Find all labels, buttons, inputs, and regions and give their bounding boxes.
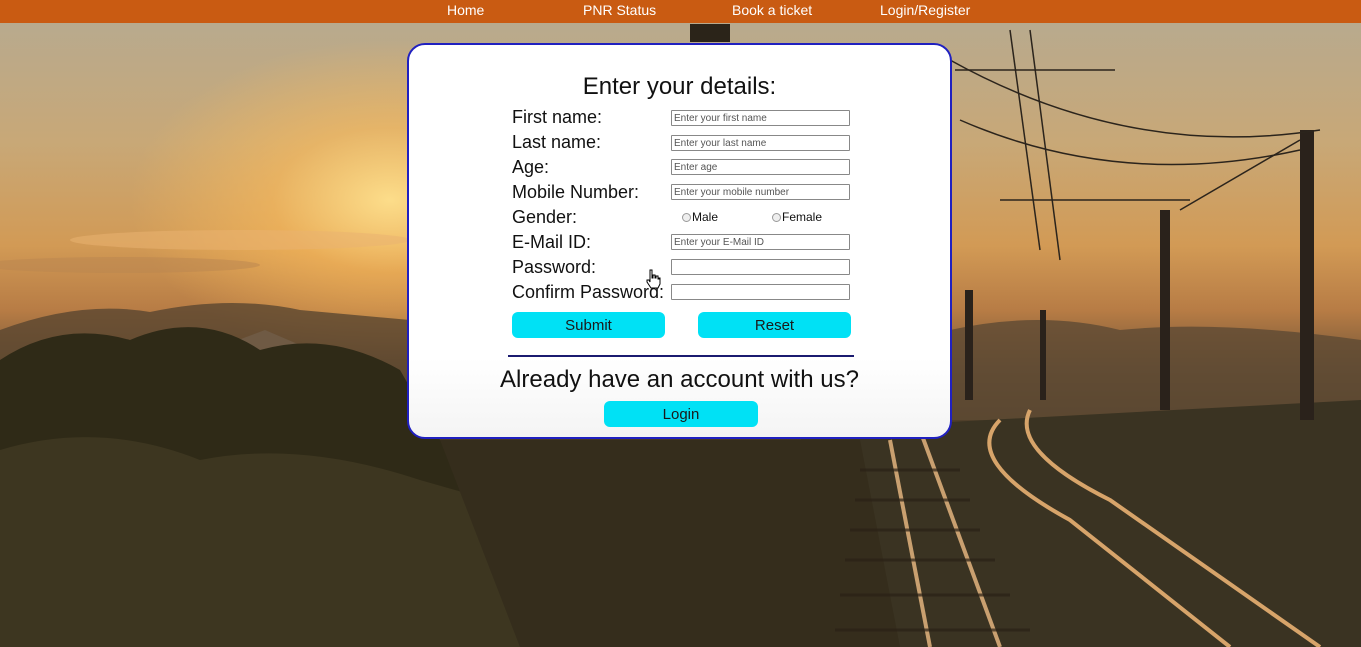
password-label: Password: <box>512 257 597 277</box>
existing-account-prompt: Already have an account with us? <box>500 366 859 393</box>
password-input[interactable] <box>671 259 850 275</box>
hand-pointer-icon <box>646 269 661 289</box>
gender-male-radio[interactable]: Male <box>682 210 718 224</box>
submit-button[interactable]: Submit <box>512 312 665 338</box>
radio-circle-icon <box>772 212 781 222</box>
gender-female-label: Female <box>782 210 823 224</box>
radio-circle-icon <box>682 212 691 222</box>
first-name-label: First name: <box>512 107 603 127</box>
age-label: Age: <box>512 157 550 177</box>
nav-pnr-status-link[interactable]: PNR Status <box>583 2 656 18</box>
mobile-number-label: Mobile Number: <box>512 182 640 202</box>
registration-card: Enter your details: First name: Last nam… <box>407 43 952 439</box>
last-name-label: Last name: <box>512 132 602 152</box>
confirm-password-label: Confirm Password: <box>512 282 665 302</box>
email-input[interactable] <box>671 234 850 250</box>
login-button[interactable]: Login <box>604 401 758 427</box>
last-name-input[interactable] <box>671 135 850 151</box>
confirm-password-input[interactable] <box>671 284 850 300</box>
gender-label: Gender: <box>512 207 578 227</box>
reset-button[interactable]: Reset <box>698 312 851 338</box>
nav-login-register-link[interactable]: Login/Register <box>880 2 970 18</box>
section-divider <box>508 355 854 357</box>
mobile-number-input[interactable] <box>671 184 850 200</box>
email-label: E-Mail ID: <box>512 232 592 252</box>
age-input[interactable] <box>671 159 850 175</box>
top-navbar: Home PNR Status Book a ticket Login/Regi… <box>0 0 1361 23</box>
nav-book-ticket-link[interactable]: Book a ticket <box>732 2 812 18</box>
form-title: Enter your details: <box>582 73 777 100</box>
first-name-input[interactable] <box>671 110 850 126</box>
nav-home-link[interactable]: Home <box>447 2 484 18</box>
gender-female-radio[interactable]: Female <box>772 210 822 224</box>
gender-male-label: Male <box>692 210 719 224</box>
